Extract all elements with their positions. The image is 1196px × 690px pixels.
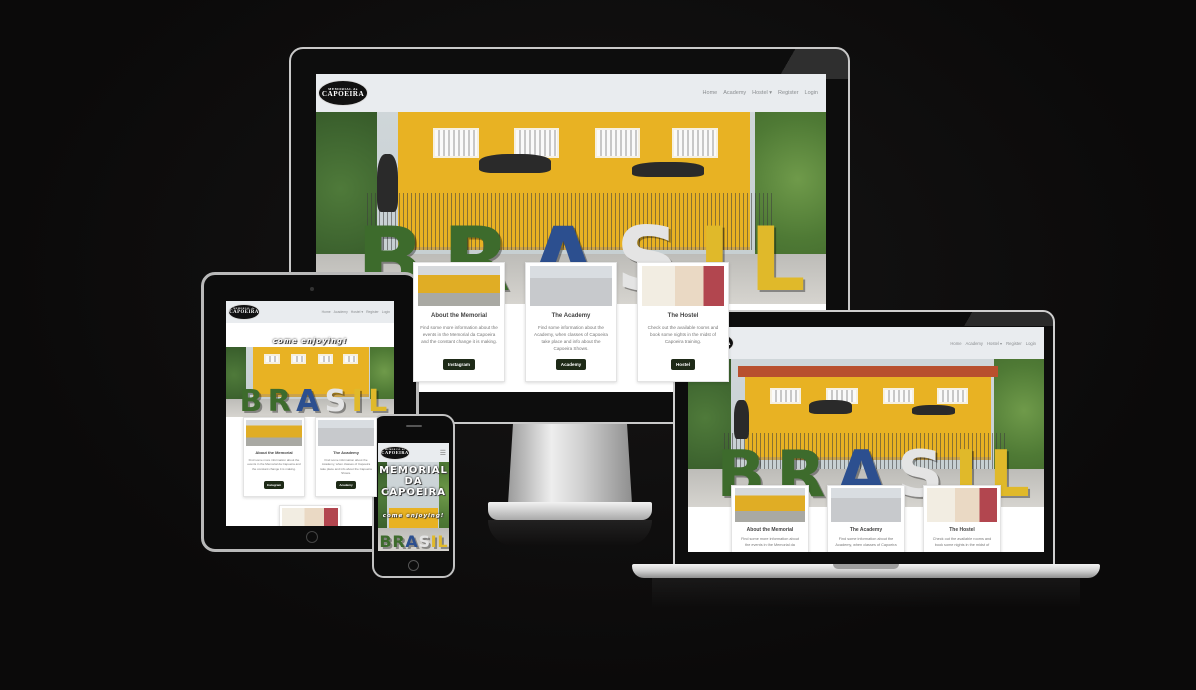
monitor-stand — [508, 424, 632, 504]
card-image — [831, 488, 901, 523]
nav-home[interactable]: Home — [950, 341, 961, 346]
card-academy: The Academy Find some information about … — [315, 417, 377, 497]
card-image — [529, 265, 613, 306]
site-logo[interactable]: MEMORIAL da CAPOEIRA — [318, 80, 368, 106]
feature-cards: About the Memorial Find some more inform… — [688, 485, 1044, 552]
nav-register[interactable]: Register — [778, 90, 798, 96]
brasil-letters: B R A S I L — [239, 384, 388, 417]
nav-academy[interactable]: Academy — [723, 90, 746, 96]
academy-button[interactable]: Academy — [336, 480, 356, 489]
desktop-monitor: MEMORIAL da CAPOEIRA Home Academy Hostel… — [289, 47, 850, 424]
instagram-button[interactable]: Instagram — [443, 358, 475, 370]
card-hostel: The Hostel Check out the available rooms… — [923, 485, 1001, 552]
phone-home-button — [408, 560, 419, 571]
feature-cards-row2 — [226, 505, 394, 526]
card-academy: The Academy Find some information about … — [827, 485, 905, 552]
card-hostel: The Hostel Check out the available rooms… — [637, 262, 729, 382]
nav-academy[interactable]: Academy — [966, 341, 983, 346]
tablet-home-button — [306, 531, 318, 543]
brasil-letters: B R A S I L — [379, 531, 448, 551]
nav-home[interactable]: Home — [703, 90, 718, 96]
card-academy: The Academy Find some information about … — [525, 262, 617, 382]
card-image — [927, 488, 997, 523]
card-image — [282, 507, 338, 526]
card-about-memorial: About the Memorial Find some more inform… — [243, 417, 305, 497]
card-hostel — [279, 505, 341, 526]
hamburger-menu-icon[interactable]: ☰ — [440, 449, 446, 457]
card-about-memorial: About the Memorial Find some more inform… — [731, 485, 809, 552]
feature-cards: About the Memorial Find some more inform… — [226, 417, 394, 497]
nav-register[interactable]: Register — [1006, 341, 1022, 346]
card-about-memorial: About the Memorial Find some more inform… — [413, 262, 505, 382]
nav-login[interactable]: Login — [805, 90, 818, 96]
nav-hostel-dropdown[interactable]: Hostel ▾ — [987, 341, 1002, 346]
card-image — [417, 265, 501, 306]
card-image — [246, 419, 302, 446]
nav-links: Home Academy Hostel ▾ Register Login — [950, 341, 1036, 346]
card-image — [735, 488, 805, 523]
navbar: MEMORIAL da CAPOEIRA Home Academy Hostel… — [316, 74, 826, 112]
site-logo[interactable]: MEMORIAL da CAPOEIRA — [228, 304, 260, 320]
academy-button[interactable]: Academy — [555, 358, 587, 370]
card-image — [318, 419, 374, 446]
card-image — [641, 265, 725, 306]
feature-cards: About the Memorial Find some more inform… — [316, 262, 826, 382]
monitor-stand-base — [488, 502, 652, 520]
desktop-screen: MEMORIAL da CAPOEIRA Home Academy Hostel… — [316, 74, 826, 392]
instagram-button[interactable]: Instagram — [263, 480, 285, 489]
nav-links: Home Academy Hostel ▾ Register Login — [703, 90, 818, 96]
nav-hostel-dropdown[interactable]: Hostel ▾ — [752, 90, 772, 96]
hostel-button[interactable]: Hostel — [670, 358, 696, 370]
nav-login[interactable]: Login — [1026, 341, 1036, 346]
responsive-mockup: MEMORIAL da CAPOEIRA Home Academy Hostel… — [0, 0, 1196, 690]
